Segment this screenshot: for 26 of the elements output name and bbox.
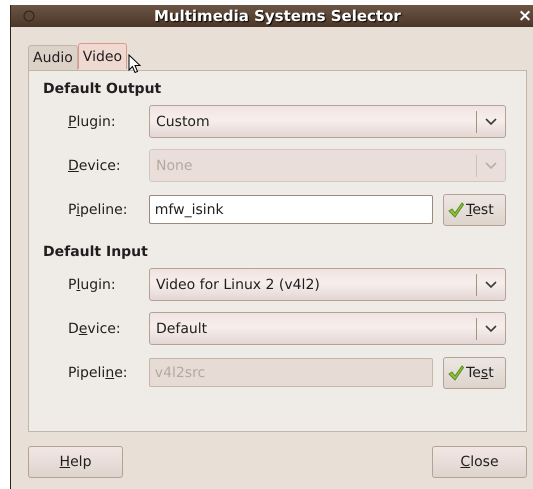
window-title: Multimedia Systems Selector [154, 7, 401, 25]
test-button[interactable]: Test [443, 194, 506, 226]
chevron-down-icon [485, 324, 497, 332]
chevron-down-icon [485, 118, 497, 126]
field-label: Plugin: [67, 276, 117, 292]
field-label: Pipeline: [67, 364, 129, 380]
chevron-down-icon [485, 162, 497, 170]
window-menu-icon[interactable] [23, 10, 35, 22]
dialog-button[interactable]: Help [28, 446, 123, 478]
dropdown[interactable]: Default [149, 312, 506, 345]
dropdown[interactable]: Video for Linux 2 (v4l2) [149, 268, 506, 301]
dropdown[interactable]: Custom [149, 105, 506, 138]
section-heading: Default Input [43, 243, 149, 262]
tab[interactable]: Video [78, 43, 128, 69]
dialog-button[interactable]: Close [432, 446, 527, 478]
tab[interactable]: Audio [28, 45, 78, 70]
chevron-down-icon [485, 280, 497, 288]
field-label: Pipeline: [67, 202, 129, 218]
mouse-pointer-icon [128, 54, 142, 74]
section-heading: Default Output [43, 80, 162, 99]
field-label: Device: [67, 158, 122, 174]
field-label: Device: [67, 320, 122, 336]
checkmark-icon [447, 364, 466, 382]
field-label: Plugin: [67, 114, 117, 130]
pipeline-field[interactable]: mfw_isink [148, 195, 434, 224]
checkmark-icon [447, 200, 466, 218]
